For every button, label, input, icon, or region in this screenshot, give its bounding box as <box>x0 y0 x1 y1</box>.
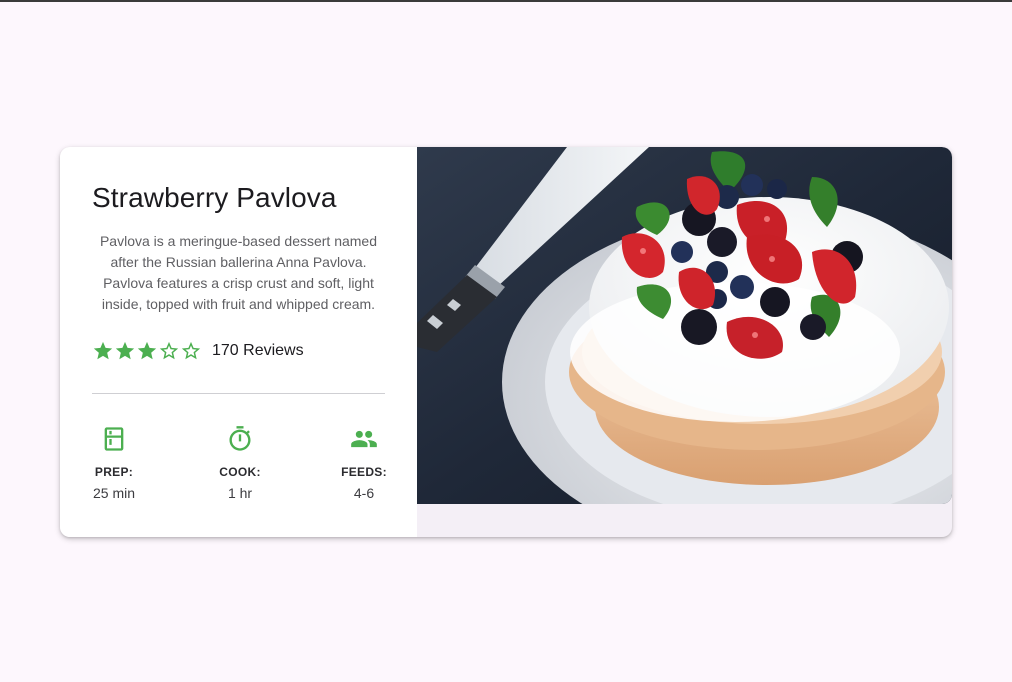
star-filled-icon[interactable] <box>92 340 114 362</box>
rating-stars <box>92 340 202 362</box>
recipe-info-panel: Strawberry Pavlova Pavlova is a meringue… <box>60 147 417 537</box>
star-filled-icon[interactable] <box>114 340 136 362</box>
stat-label: FEEDS: <box>341 465 387 479</box>
stat-prep: PREP: 25 min <box>69 425 159 501</box>
recipe-title: Strawberry Pavlova <box>92 182 337 213</box>
recipe-card: Strawberry Pavlova Pavlova is a meringue… <box>60 147 952 537</box>
stat-value: 4-6 <box>353 485 375 501</box>
stat-cook: COOK: 1 hr <box>195 425 285 501</box>
recipe-photo <box>417 147 952 504</box>
star-outline-icon[interactable] <box>158 340 180 362</box>
star-outline-icon[interactable] <box>180 340 202 362</box>
group-icon <box>351 430 377 448</box>
stat-feeds: FEEDS: 4-6 <box>319 425 409 501</box>
star-rating: 170 Reviews <box>92 337 304 365</box>
stat-label: COOK: <box>219 465 261 479</box>
stat-value: 1 hr <box>227 485 253 501</box>
star-filled-icon[interactable] <box>136 340 158 362</box>
recipe-description: Pavlova is a meringue-based dessert name… <box>99 233 378 312</box>
kitchen-icon <box>104 427 124 451</box>
timer-icon <box>229 426 251 451</box>
reviews-count[interactable]: 170 Reviews <box>212 342 304 360</box>
stat-label: PREP: <box>94 465 134 479</box>
window-top-border <box>0 0 1012 2</box>
stat-value: 25 min <box>92 485 136 501</box>
divider <box>92 393 385 394</box>
